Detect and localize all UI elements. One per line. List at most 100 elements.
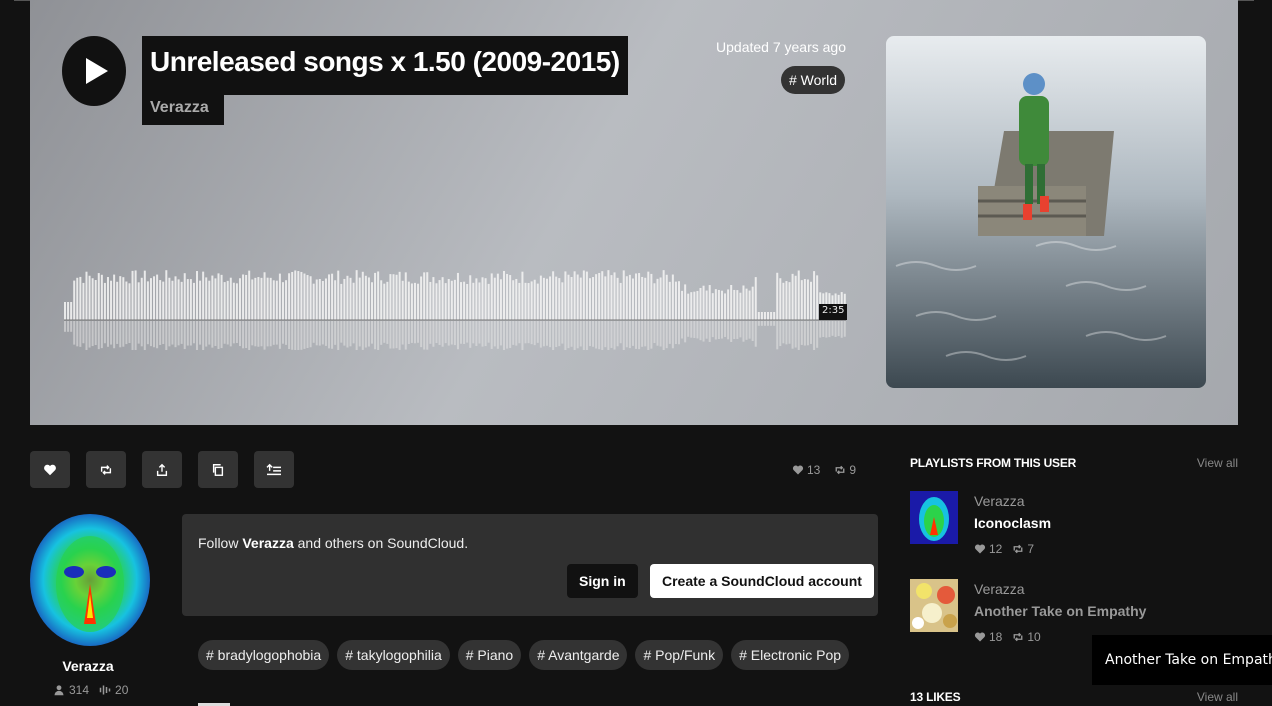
waveform-reflection-bar: [558, 321, 561, 347]
waveform-bar: [392, 274, 395, 320]
tag-chip[interactable]: # bradylogophobia: [198, 640, 330, 670]
waveform-reflection-bar: [711, 321, 714, 338]
waveform-reflection-bar: [389, 321, 392, 349]
playlist-artist[interactable]: Verazza: [974, 493, 1025, 509]
playlist-item[interactable]: Verazza Iconoclasm 12 7: [910, 491, 1240, 561]
playlist-thumbnail[interactable]: [910, 579, 958, 632]
playlist-likes[interactable]: 12: [974, 542, 1002, 556]
waveform-bar: [567, 274, 570, 320]
waveform-bar: [199, 280, 202, 320]
waveform-reflection-bar: [503, 321, 506, 350]
waveform-bar: [481, 277, 484, 320]
reposts-stat[interactable]: 9: [834, 463, 856, 477]
waveform-bar: [653, 283, 656, 320]
waveform-bar: [309, 276, 312, 320]
waveform-reflection-bar: [285, 321, 288, 345]
track-artist[interactable]: Verazza: [150, 99, 209, 116]
sign-in-button[interactable]: Sign in: [567, 564, 638, 598]
waveform-reflection-bar: [794, 321, 797, 348]
waveform-reflection-bar: [229, 321, 232, 347]
user-avatar[interactable]: [30, 514, 150, 646]
waveform-bar: [324, 278, 327, 320]
waveform-bar: [389, 274, 392, 320]
waveform-reflection-bar: [413, 321, 416, 344]
waveform-reflection-bar: [785, 321, 788, 345]
waveform-bar: [453, 279, 456, 320]
follow-user-link[interactable]: Verazza: [242, 535, 293, 551]
repost-button[interactable]: [86, 451, 126, 488]
waveform-bar: [294, 270, 297, 320]
track-hero: Unreleased songs x 1.50 (2009-2015) Vera…: [30, 0, 1238, 425]
waveform-bar: [736, 290, 739, 320]
waveform-reflection-bar: [478, 321, 481, 344]
like-button[interactable]: [30, 451, 70, 488]
playlists-view-all-link[interactable]: View all: [1197, 456, 1238, 470]
waveform-bar: [770, 312, 773, 320]
playlist-artist[interactable]: Verazza: [974, 581, 1025, 597]
likes-view-all-link[interactable]: View all: [1197, 690, 1238, 704]
waveform-reflection-bar: [840, 321, 843, 338]
waveform-reflection-bar: [392, 321, 395, 349]
waveform-reflection-bar: [813, 321, 816, 350]
playlist-title[interactable]: Another Take on Empathy: [974, 603, 1146, 619]
waveform-reflection-bar: [730, 321, 733, 343]
playlist-reposts[interactable]: 7: [1012, 542, 1034, 556]
waveform-bar: [487, 283, 490, 320]
waveform-reflection-bar: [751, 321, 754, 341]
waveform-reflection-bar: [490, 321, 493, 349]
playlist-thumbnail[interactable]: [910, 491, 958, 544]
create-account-button[interactable]: Create a SoundCloud account: [650, 564, 874, 598]
genre-tag[interactable]: # World: [781, 66, 845, 94]
waveform-bar: [407, 281, 410, 320]
add-to-playlist-button[interactable]: [254, 451, 294, 488]
likes-stat[interactable]: 13: [792, 463, 820, 477]
waveform-bar: [724, 293, 727, 320]
waveform-bar: [631, 278, 634, 320]
waveform-bar: [254, 277, 257, 320]
tag-chip[interactable]: # Electronic Pop: [731, 640, 850, 670]
waveform-reflection-bar: [328, 321, 331, 349]
waveform-bar: [800, 280, 803, 320]
waveform-reflection-bar: [128, 321, 131, 344]
waveform-bar: [159, 280, 162, 320]
repost-icon: [1013, 544, 1023, 554]
play-button[interactable]: [62, 36, 126, 106]
tag-chip[interactable]: # Avantgarde: [529, 640, 628, 670]
waveform-bar: [604, 276, 607, 320]
waveform-bar: [223, 282, 226, 320]
waveform-bar: [306, 275, 309, 320]
waveform-reflection-bar: [545, 321, 548, 346]
followers-stat[interactable]: 314: [53, 683, 89, 697]
waveform-reflection-bar: [64, 321, 66, 332]
waveform[interactable]: [64, 246, 846, 350]
waveform-reflection-bar: [208, 321, 211, 345]
tag-chip[interactable]: # Piano: [457, 640, 522, 670]
playlist-title[interactable]: Iconoclasm: [974, 515, 1051, 531]
waveform-bar: [131, 270, 134, 320]
waveform-bar: [288, 273, 291, 320]
playlist-reposts[interactable]: 10: [1012, 630, 1041, 644]
waveform-bar: [444, 283, 447, 320]
waveform-bar: [278, 273, 281, 320]
waveform-reflection-bar: [616, 321, 619, 347]
waveform-bar: [312, 283, 315, 320]
waveform-bar: [447, 279, 450, 320]
tracks-stat[interactable]: 20: [99, 683, 128, 697]
playlist-likes[interactable]: 18: [974, 630, 1002, 644]
waveform-reflection-bar: [429, 321, 432, 344]
user-name[interactable]: Verazza: [30, 658, 146, 674]
track-artist-box[interactable]: Verazza: [142, 95, 224, 125]
copy-link-button[interactable]: [198, 451, 238, 488]
waveform-bar: [641, 276, 644, 320]
waveform-reflection-bar: [690, 321, 693, 338]
tag-chip[interactable]: # takylogophilia: [337, 640, 450, 670]
waveform-bar: [665, 274, 668, 320]
waveform-bar: [174, 276, 177, 320]
waveform-bar: [687, 293, 690, 320]
tag-chip[interactable]: # Pop/Funk: [635, 640, 724, 670]
waveform-reflection-bar: [257, 321, 260, 347]
waveform-reflection-bar: [97, 321, 100, 350]
share-button[interactable]: [142, 451, 182, 488]
waveform-bar: [708, 285, 711, 320]
waveform-bar: [705, 290, 708, 320]
